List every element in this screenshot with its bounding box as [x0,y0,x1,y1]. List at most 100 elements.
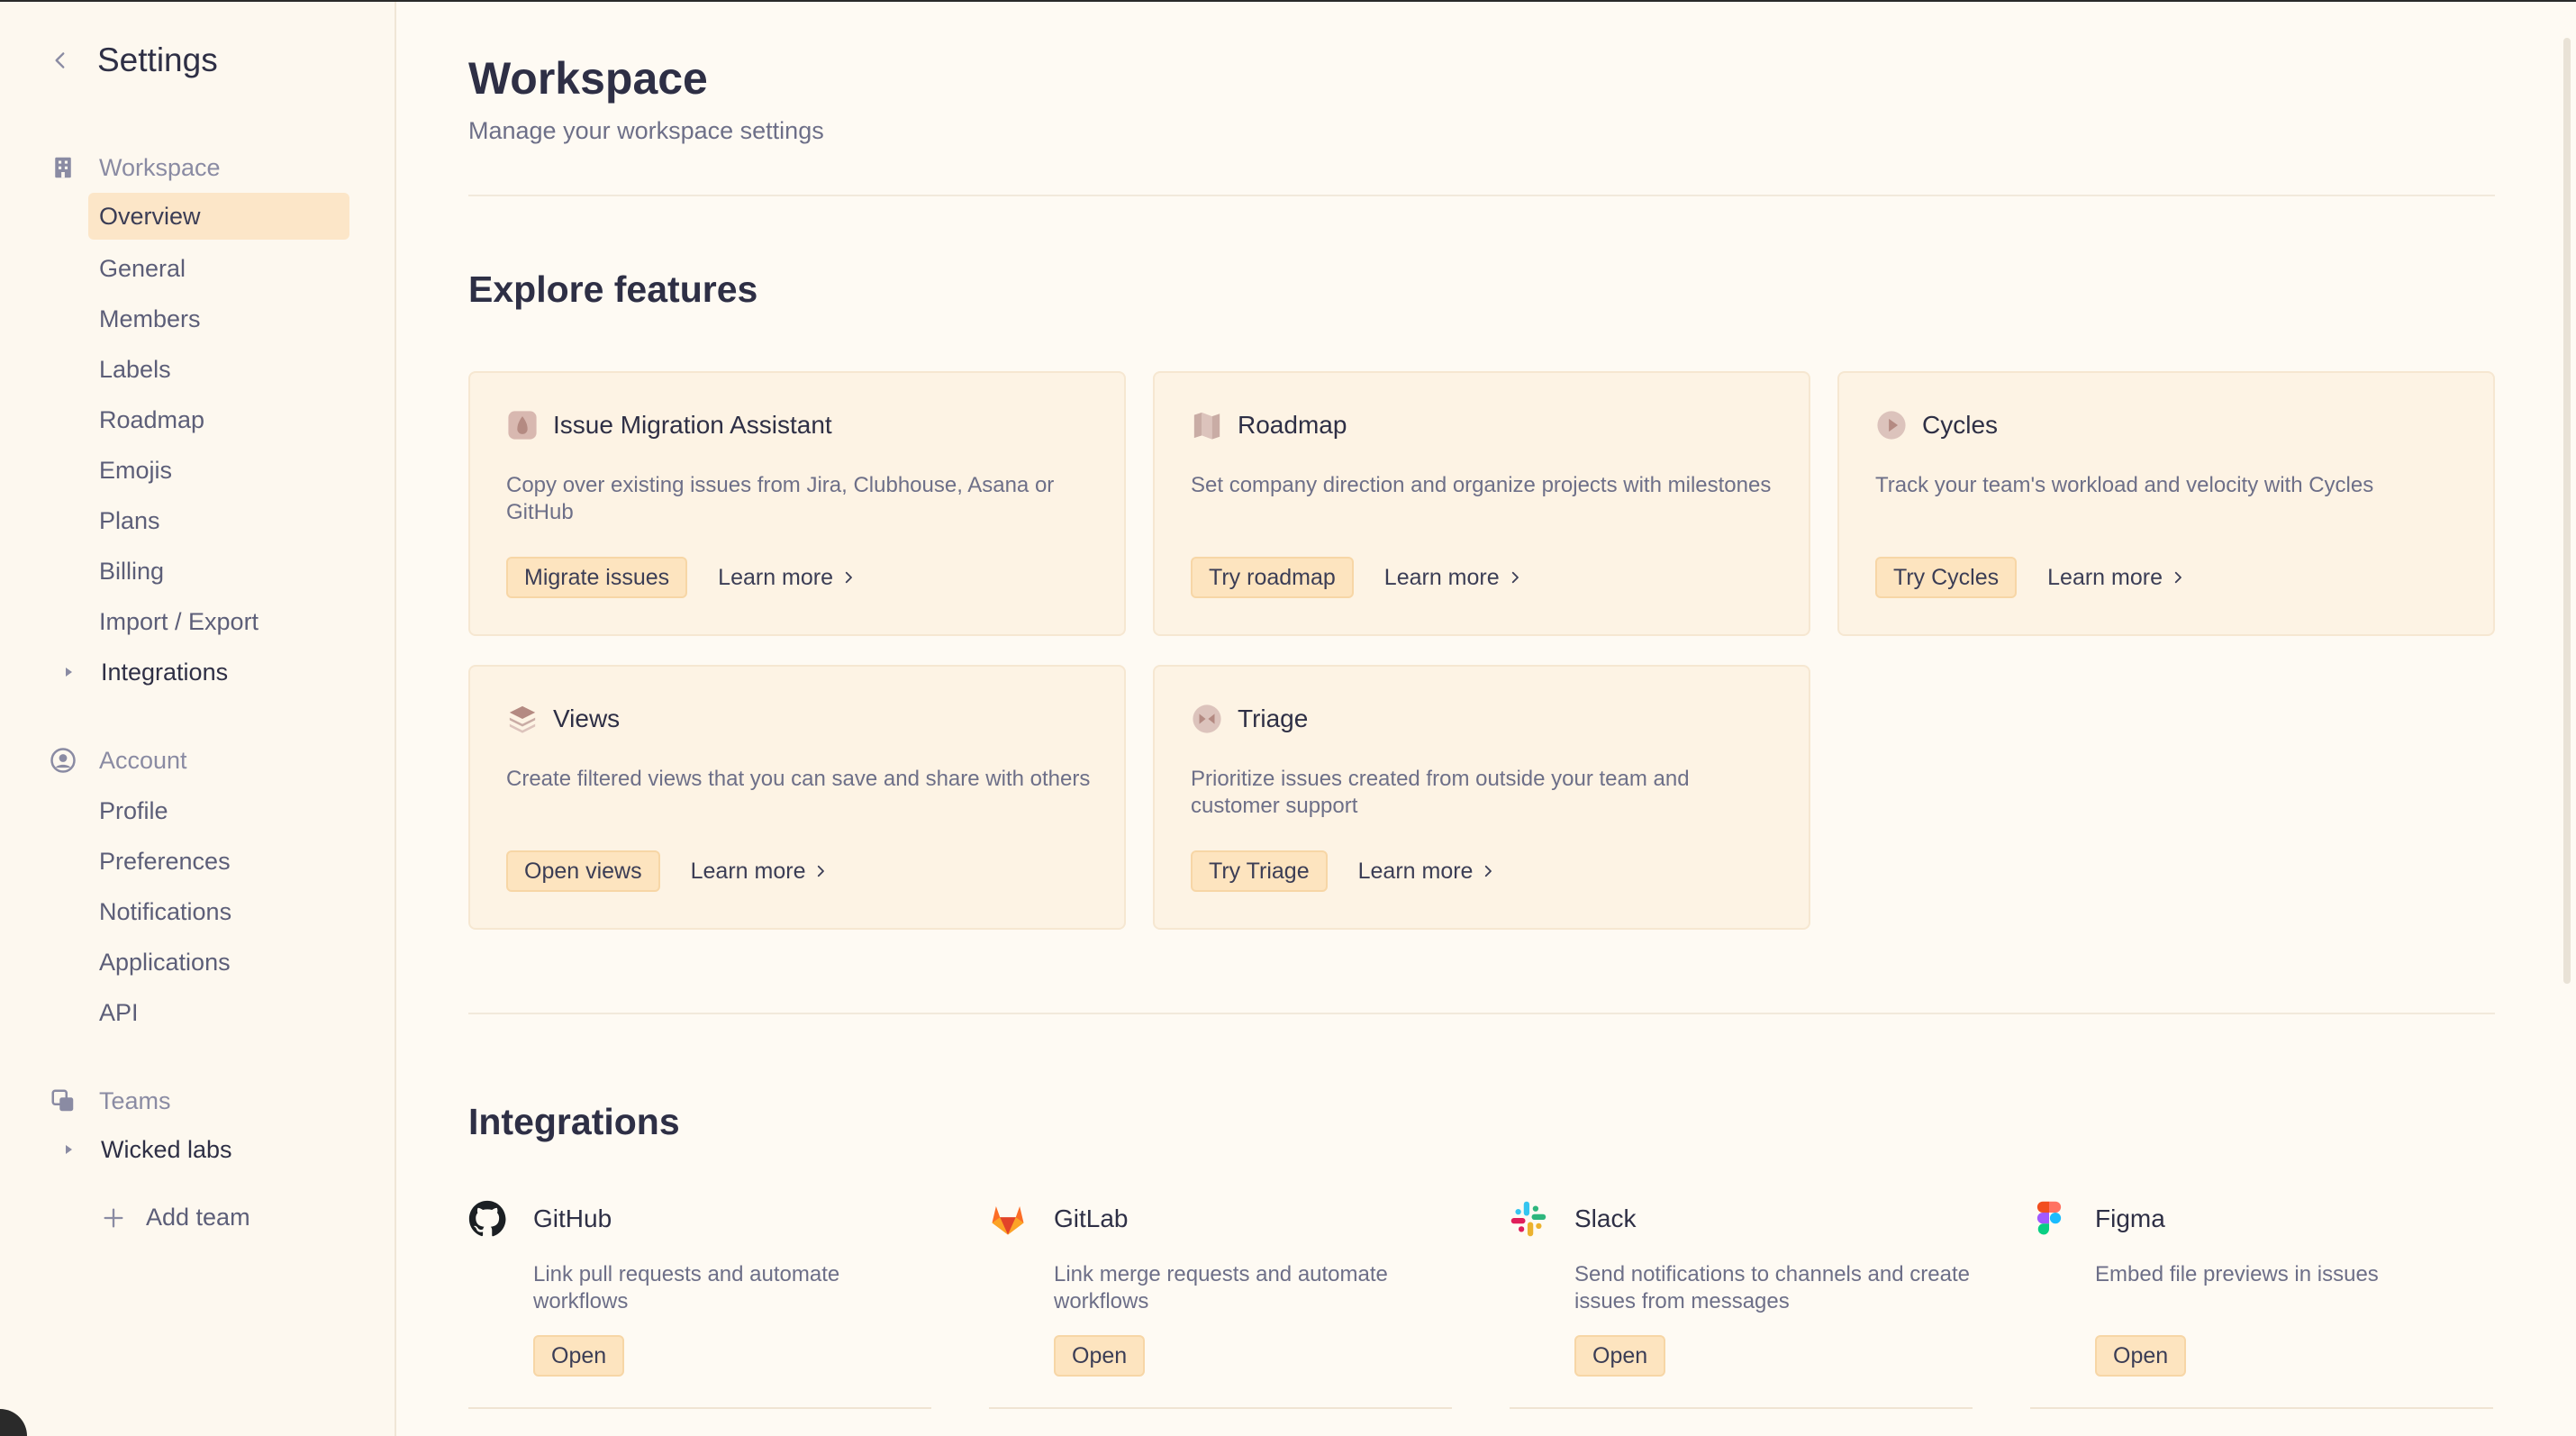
figma-icon [2030,1200,2068,1238]
cycles-icon [1875,409,1908,441]
learn-more-link[interactable]: Learn more [2047,565,2186,591]
sidebar-item-emojis[interactable]: Emojis [88,447,349,494]
triage-icon [1191,703,1223,735]
explore-features-title: Explore features [468,268,758,310]
integration-figma: Figma Embed file previews in issues Open [2030,1200,2499,1409]
sidebar-item-import-export[interactable]: Import / Export [88,598,349,645]
open-views-button[interactable]: Open views [506,850,660,892]
user-circle-icon [49,746,77,775]
page-subtitle: Manage your workspace settings [468,117,824,144]
sidebar-item-preferences[interactable]: Preferences [88,838,349,885]
settings-app: Settings Workspace Overview General Memb… [0,0,2576,1436]
feature-card-roadmap: Roadmap Set company direction and organi… [1153,371,1810,636]
sidebar-item-overview[interactable]: Overview [88,193,349,240]
integrations-title: Integrations [468,1101,680,1142]
sidebar-item-billing[interactable]: Billing [88,548,349,595]
learn-more-link[interactable]: Learn more [718,565,857,591]
sidebar-item-integrations-label: Integrations [101,658,229,686]
account-section-header: Account [49,746,187,775]
sidebar-item-api[interactable]: API [88,989,349,1036]
integration-github: GitHub Link pull requests and automate w… [468,1200,937,1409]
sidebar-item-notifications[interactable]: Notifications [88,888,349,935]
section-divider [468,1013,2495,1014]
gitlab-icon [989,1200,1027,1238]
learn-more-label: Learn more [1383,564,1500,590]
feature-card-migration: Issue Migration Assistant Copy over exis… [468,371,1126,636]
integration-name: Figma [2095,1204,2165,1232]
team-name-label: Wicked labs [101,1135,232,1163]
sidebar-item-applications[interactable]: Applications [88,939,349,986]
plus-icon [104,1208,123,1227]
open-figma-button[interactable]: Open [2095,1335,2187,1377]
integration-description: Link merge requests and automate workflo… [1054,1262,1388,1313]
open-gitlab-button[interactable]: Open [1054,1335,1146,1377]
sidebar-item-general[interactable]: General [88,245,349,292]
feature-card-description: Track your team's workload and velocity … [1875,473,2374,497]
workspace-section-header: Workspace [49,153,221,182]
feature-card-description: Create filtered views that you can save … [506,767,1091,791]
learn-more-label: Learn more [1357,858,1474,884]
migration-icon [506,409,539,441]
layers-icon [506,703,539,735]
page-title: Workspace [468,53,708,104]
integration-description: Link pull requests and automate workflow… [533,1262,840,1313]
learn-more-label: Learn more [718,564,834,590]
building-icon [49,153,77,182]
sidebar-item-team-wicked-labs[interactable]: Wicked labs [63,1126,324,1173]
back-button[interactable]: Settings [49,41,218,79]
feature-card-title: Issue Migration Assistant [553,411,832,439]
chevron-right-icon [2174,571,2181,584]
feature-card-views: Views Create filtered views that you can… [468,665,1126,930]
feature-card-title: Cycles [1922,411,1999,439]
try-cycles-button[interactable]: Try Cycles [1875,557,2018,598]
teams-section-header: Teams [49,1086,171,1115]
chevron-left-icon [55,52,65,68]
integration-divider [468,1407,931,1409]
feature-card-description: Copy over existing issues from Jira, Clu… [506,473,1055,524]
integration-divider [2030,1407,2493,1409]
teams-section-label: Teams [99,1086,171,1114]
sidebar-item-profile[interactable]: Profile [88,787,349,834]
integration-divider [1510,1407,1973,1409]
learn-more-label: Learn more [2047,564,2163,590]
feature-card-title: Views [553,704,621,732]
sidebar-item-members[interactable]: Members [88,295,349,342]
feature-card-triage: Triage Prioritize issues created from ou… [1153,665,1810,930]
learn-more-link[interactable]: Learn more [1358,859,1497,885]
add-team-label: Add team [146,1204,250,1231]
integration-slack: Slack Send notifications to channels and… [1510,1200,1978,1409]
feature-card-description: Set company direction and organize proje… [1191,473,1772,497]
caret-right-icon [63,1143,76,1156]
chevron-right-icon [1485,865,1492,877]
integration-gitlab: GitLab Link merge requests and automate … [989,1200,1457,1409]
caret-right-icon [63,666,76,678]
integration-name: Slack [1574,1204,1637,1232]
chevron-right-icon [818,865,825,877]
slack-icon [1510,1200,1547,1238]
chevron-right-icon [845,571,852,584]
open-slack-button[interactable]: Open [1574,1335,1666,1377]
sidebar-item-roadmap[interactable]: Roadmap [88,396,349,443]
learn-more-link[interactable]: Learn more [1384,565,1523,591]
feature-card-title: Roadmap [1238,411,1347,439]
sidebar-item-labels[interactable]: Labels [88,346,349,393]
teams-icon [49,1086,77,1115]
try-triage-button[interactable]: Try Triage [1191,850,1328,892]
feature-card-title: Triage [1238,704,1309,732]
try-roadmap-button[interactable]: Try roadmap [1191,557,1354,598]
add-team-button[interactable]: Add team [101,1204,250,1232]
open-github-button[interactable]: Open [533,1335,625,1377]
map-icon [1191,409,1223,441]
integration-description: Send notifications to channels and creat… [1574,1262,1970,1313]
learn-more-link[interactable]: Learn more [691,859,830,885]
sidebar-item-integrations[interactable]: Integrations [63,649,324,695]
chevron-right-icon [1511,571,1519,584]
settings-title: Settings [97,41,218,78]
sidebar-item-plans[interactable]: Plans [88,497,349,544]
scrollbar[interactable] [2563,38,2571,984]
learn-more-label: Learn more [690,858,806,884]
workspace-section-label: Workspace [99,153,221,181]
migrate-issues-button[interactable]: Migrate issues [506,557,688,598]
integration-name: GitLab [1054,1204,1129,1232]
feature-card-cycles: Cycles Track your team's workload and ve… [1837,371,2495,636]
